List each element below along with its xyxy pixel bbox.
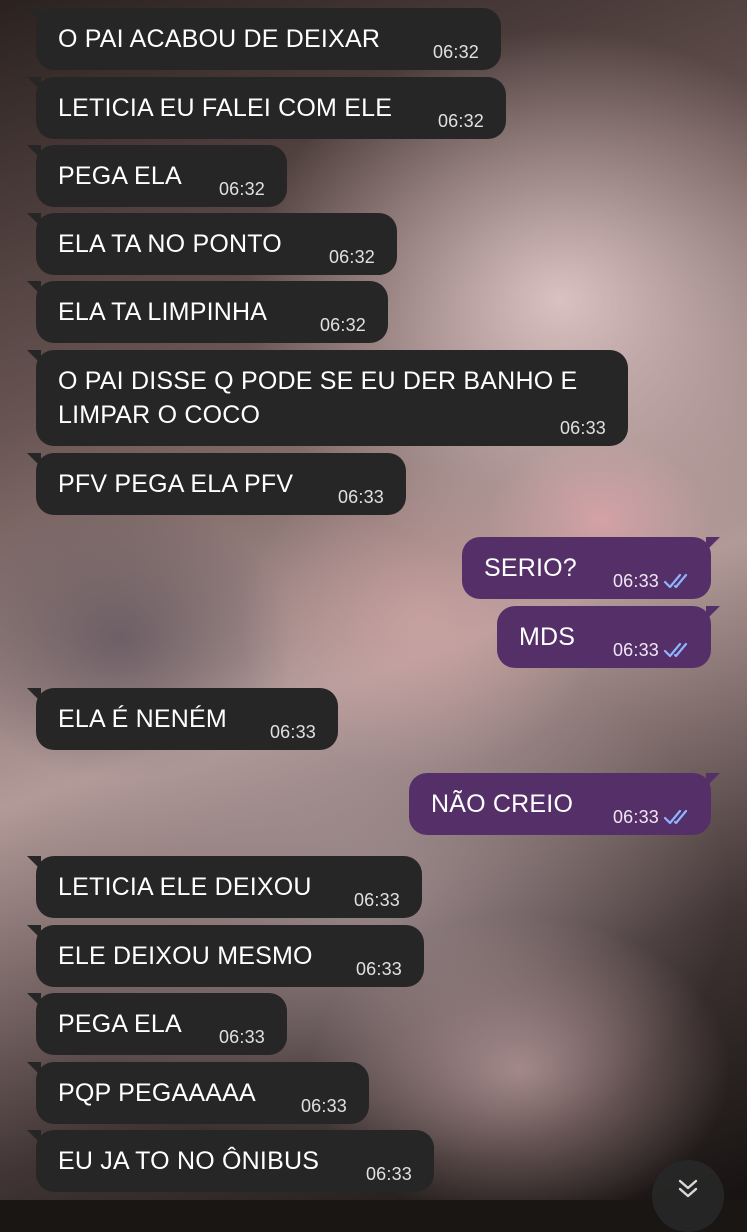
message-bubble-outgoing[interactable]: SERIO? 06:33 [462, 537, 720, 599]
message-text: PEGA ELA [58, 1010, 182, 1038]
scroll-to-bottom-button[interactable] [652, 1160, 724, 1232]
double-check-icon [663, 642, 688, 658]
message-time: 06:33 [337, 487, 384, 507]
message-text: EU JA TO NO ÔNIBUS [58, 1147, 320, 1175]
double-chevron-down-icon [678, 1179, 698, 1198]
message-text: O PAI DISSE Q PODE SE EU DER BANHO E LIM… [58, 367, 578, 429]
message-bubble-incoming[interactable]: PQP PEGAAAAA 06:33 [27, 1062, 369, 1124]
message-text: ELA TA NO PONTO [58, 230, 282, 258]
message-text: MDS [519, 623, 576, 651]
message-bubble-outgoing[interactable]: MDS 06:33 [497, 606, 720, 668]
message-text: LETICIA EU FALEI COM ELE [58, 94, 393, 122]
message-time: 06:32 [432, 42, 479, 62]
message-time: 06:33 [365, 1164, 412, 1184]
message-time: 06:33 [612, 640, 659, 660]
message-text: SERIO? [484, 554, 577, 582]
message-bubble-incoming[interactable]: ELE DEIXOU MESMO 06:33 [27, 925, 424, 987]
message-time: 06:33 [269, 722, 316, 742]
message-bubble-incoming[interactable]: ELA É NENÉM 06:33 [27, 688, 338, 750]
message-bubble-incoming[interactable]: EU JA TO NO ÔNIBUS 06:33 [27, 1130, 434, 1192]
message-bubble-incoming[interactable]: ELA TA LIMPINHA 06:32 [27, 281, 388, 343]
message-text: O PAI ACABOU DE DEIXAR [58, 25, 381, 53]
message-list[interactable]: O PAI ACABOU DE DEIXAR 06:32 LETICIA EU … [0, 0, 747, 1200]
message-time: 06:33 [355, 959, 402, 979]
message-time: 06:32 [328, 247, 375, 267]
message-bubble-incoming[interactable]: O PAI ACABOU DE DEIXAR 06:32 [27, 8, 501, 70]
message-time: 06:32 [218, 179, 265, 199]
message-bubble-outgoing[interactable]: NÃO CREIO 06:33 [409, 773, 720, 835]
message-time: 06:32 [319, 315, 366, 335]
message-bubble-incoming[interactable]: LETICIA EU FALEI COM ELE 06:32 [27, 77, 506, 139]
message-time: 06:33 [612, 571, 659, 591]
message-time: 06:33 [218, 1027, 265, 1047]
message-time: 06:33 [353, 890, 400, 910]
message-text: PFV PEGA ELA PFV [58, 470, 294, 498]
message-time: 06:33 [559, 418, 606, 438]
message-bubble-incoming[interactable]: PEGA ELA 06:32 [27, 145, 287, 207]
message-bubble-incoming[interactable]: PFV PEGA ELA PFV 06:33 [27, 453, 406, 515]
message-bubble-incoming[interactable]: LETICIA ELE DEIXOU 06:33 [27, 856, 422, 918]
message-time: 06:33 [300, 1096, 347, 1116]
message-text: ELE DEIXOU MESMO [58, 942, 313, 970]
double-check-icon [663, 573, 688, 589]
message-bubble-incoming[interactable]: ELA TA NO PONTO 06:32 [27, 213, 397, 275]
message-text: LETICIA ELE DEIXOU [58, 873, 312, 901]
message-time: 06:33 [612, 807, 659, 827]
message-text: PQP PEGAAAAA [58, 1079, 256, 1107]
message-bubble-incoming[interactable]: O PAI DISSE Q PODE SE EU DER BANHO E LIM… [27, 350, 628, 446]
double-check-icon [663, 809, 688, 825]
message-text: ELA É NENÉM [58, 705, 227, 733]
message-bubble-incoming[interactable]: PEGA ELA 06:33 [27, 993, 287, 1055]
message-text: PEGA ELA [58, 162, 182, 190]
message-text: NÃO CREIO [431, 790, 574, 818]
message-text: ELA TA LIMPINHA [58, 298, 268, 326]
message-time: 06:32 [437, 111, 484, 131]
